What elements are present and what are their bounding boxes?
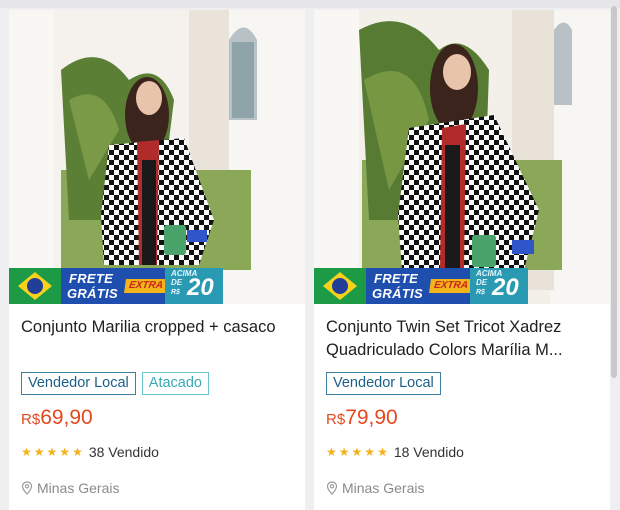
- banner-currency: R$: [171, 289, 180, 296]
- star-icon: ★: [72, 445, 83, 459]
- banner-de: DE: [476, 278, 488, 287]
- star-icon: ★: [338, 445, 350, 459]
- price-value: 79,90: [345, 406, 398, 429]
- product-tags: Vendedor Local Atacado: [21, 372, 209, 395]
- tag-vendedor-local: Vendedor Local: [21, 372, 136, 395]
- scrollbar[interactable]: [611, 6, 617, 378]
- star-icon: ★: [21, 445, 32, 459]
- product-title[interactable]: Conjunto Twin Set Tricot Xadrez Quadricu…: [326, 316, 606, 362]
- star-icon: ★: [326, 445, 337, 459]
- tag-vendedor-local: Vendedor Local: [326, 372, 441, 395]
- top-divider: [0, 0, 620, 8]
- brazil-flag-icon: [9, 268, 61, 304]
- banner-extra: EXTRA: [124, 279, 168, 293]
- product-price: R$69,90: [21, 406, 93, 430]
- free-shipping-banner: FRETE GRÁTIS EXTRA ACIMA DE R$ 20: [9, 268, 223, 304]
- product-location: Minas Gerais: [326, 480, 424, 496]
- banner-extra: EXTRA: [429, 279, 473, 293]
- star-icon: ★: [364, 445, 376, 459]
- frete-gratis-badge: FRETE GRÁTIS EXTRA ACIMA DE R$ 20: [366, 268, 528, 304]
- frete-gratis-badge: FRETE GRÁTIS EXTRA ACIMA DE R$ 20: [61, 268, 223, 304]
- product-title[interactable]: Conjunto Marilia cropped + casaco: [21, 316, 301, 339]
- product-image[interactable]: FRETE GRÁTIS EXTRA ACIMA DE R$ 20: [314, 10, 610, 304]
- banner-line2: GRÁTIS: [372, 286, 423, 301]
- star-icon: ★: [351, 445, 363, 459]
- product-price: R$79,90: [326, 406, 398, 430]
- price-currency: R$: [326, 411, 346, 428]
- product-image[interactable]: FRETE GRÁTIS EXTRA ACIMA DE R$ 20: [9, 10, 305, 304]
- price-currency: R$: [21, 411, 41, 428]
- product-tags: Vendedor Local: [326, 372, 441, 395]
- location-text: Minas Gerais: [37, 480, 120, 496]
- product-card[interactable]: FRETE GRÁTIS EXTRA ACIMA DE R$ 20 Conjun…: [314, 10, 610, 510]
- sold-count: 38 Vendido: [88, 444, 159, 460]
- price-value: 69,90: [40, 406, 93, 429]
- sold-count: 18 Vendido: [393, 444, 464, 460]
- star-icon: ★: [33, 445, 45, 459]
- banner-threshold: ACIMA DE R$ 20: [165, 268, 223, 304]
- free-shipping-banner: FRETE GRÁTIS EXTRA ACIMA DE R$ 20: [314, 268, 528, 304]
- product-rating: ★ ★ ★ ★ ★ 18 Vendido: [326, 444, 464, 460]
- banner-line1: FRETE: [374, 271, 419, 286]
- star-icon: ★: [377, 445, 388, 459]
- product-rating: ★ ★ ★ ★ ★ 38 Vendido: [21, 444, 159, 460]
- banner-line1: FRETE: [69, 271, 114, 286]
- star-icon: ★: [59, 445, 71, 459]
- location-pin-icon: [326, 481, 338, 495]
- banner-threshold: ACIMA DE R$ 20: [470, 268, 528, 304]
- model-photo: [9, 10, 305, 304]
- star-icon: ★: [46, 445, 58, 459]
- tag-atacado: Atacado: [141, 372, 209, 395]
- banner-line2: GRÁTIS: [67, 286, 118, 301]
- brazil-flag-icon: [314, 268, 366, 304]
- banner-amount: 20: [492, 274, 519, 301]
- banner-currency: R$: [476, 289, 485, 296]
- product-location: Minas Gerais: [21, 480, 119, 496]
- rating-stars: ★ ★ ★ ★ ★: [326, 445, 388, 459]
- rating-stars: ★ ★ ★ ★ ★: [21, 445, 83, 459]
- product-card[interactable]: FRETE GRÁTIS EXTRA ACIMA DE R$ 20 Conjun…: [9, 10, 305, 510]
- banner-de: DE: [171, 278, 183, 287]
- model-photo: [314, 10, 610, 304]
- banner-amount: 20: [187, 274, 214, 301]
- product-grid: FRETE GRÁTIS EXTRA ACIMA DE R$ 20 Conjun…: [0, 0, 620, 510]
- location-pin-icon: [21, 481, 33, 495]
- location-text: Minas Gerais: [342, 480, 425, 496]
